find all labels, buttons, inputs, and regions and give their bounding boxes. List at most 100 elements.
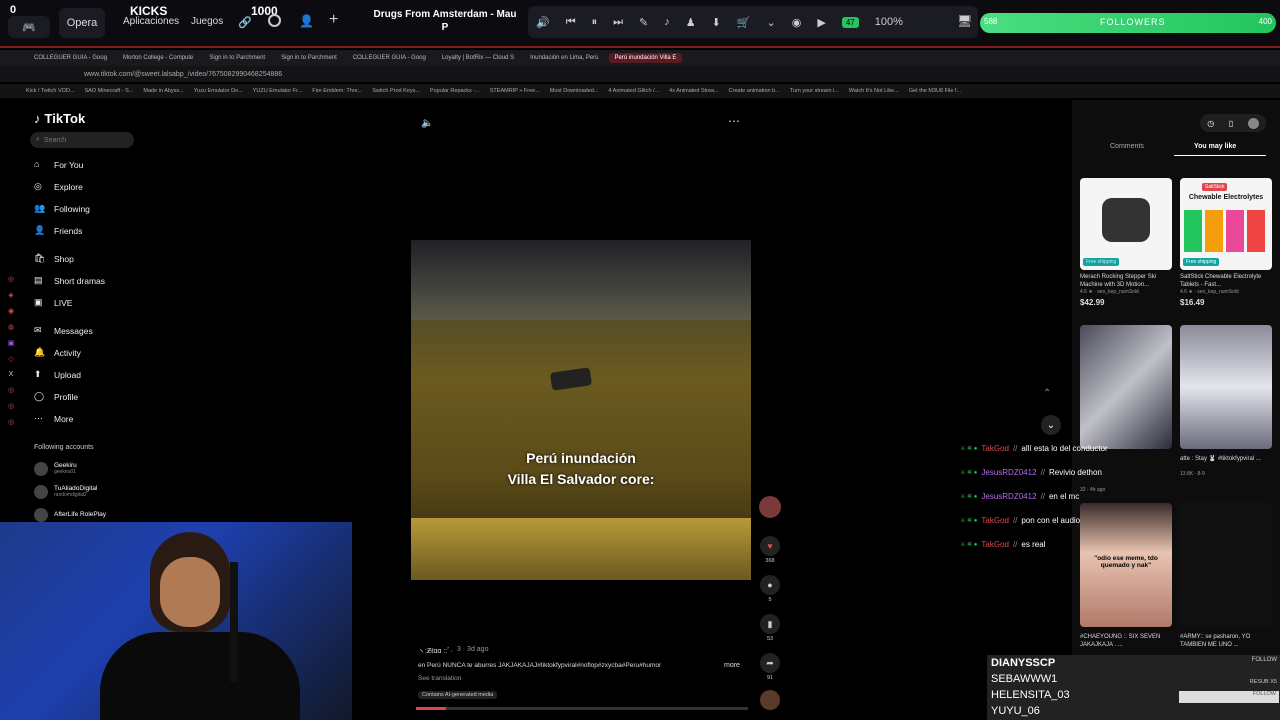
following-account[interactable]: Geekiru geekiru01 — [24, 457, 184, 480]
cart-icon[interactable]: 🛒 — [737, 16, 751, 29]
video-thumbnail: "odio ese meme, tdo quemado y nak" — [1080, 503, 1172, 627]
browser-tab[interactable]: Loyalty | BotRix — Cloud S — [436, 53, 520, 63]
following-account[interactable]: TuAliadoDigital randomdigital2 — [24, 480, 184, 503]
video-author[interactable]: ヽ:Ƶℓɑɑ ::ﾞ· — [418, 646, 453, 656]
address-bar[interactable]: www.tiktok.com/@sweet.lalsabp_/video/767… — [0, 66, 1280, 82]
video-card[interactable]: atte : Stay 🐰 #tiktokfypviral ... 13.8K … — [1180, 325, 1272, 477]
edit-icon[interactable]: ✎ — [639, 16, 648, 29]
video-player[interactable]: Perú inundación Villa El Salvador core: — [411, 240, 751, 580]
sidebar-icon[interactable]: ◇ — [8, 355, 13, 363]
product-card[interactable]: SaltStick Chewable Electrolytes Free shi… — [1180, 178, 1272, 307]
bookmark-item[interactable]: Yuzu Emulator Do... — [194, 88, 243, 94]
mute-icon[interactable]: 🔈 — [421, 118, 433, 129]
bookmark-item[interactable]: YUZU Emulator Fr... — [253, 88, 303, 94]
bookmark-item[interactable]: Fire Emblem: Thre... — [312, 88, 362, 94]
bookmark-item[interactable]: 4 Animated Glitch /... — [608, 88, 659, 94]
url-text[interactable]: www.tiktok.com/@sweet.lalsabp_/video/767… — [84, 71, 282, 78]
next-icon[interactable]: ⏭ — [613, 16, 623, 29]
nav-item-upload[interactable]: ⬆ Upload — [24, 364, 184, 386]
nav-item-activity[interactable]: 🔔 Activity — [24, 342, 184, 364]
chevron-down-icon[interactable]: ⌄ — [767, 16, 776, 29]
tiktok-icon[interactable]: ♪ — [664, 16, 670, 28]
nav-item-following[interactable]: 👥 Following — [24, 198, 184, 220]
bookmark-item[interactable]: Kick / Twitch VOD... — [26, 88, 75, 94]
browser-tab[interactable]: Morton College - Compute — [117, 53, 199, 63]
bookmark-item[interactable]: 4x Animated Strea... — [669, 88, 719, 94]
bookmark-item[interactable]: Switch Prod Keys... — [372, 88, 420, 94]
bookmark-item[interactable]: SAO Minecraft - S... — [85, 88, 134, 94]
browser-tab[interactable]: COLLEGUER GUIA - Goog — [347, 53, 432, 63]
volume-icon[interactable]: 🔊 — [536, 16, 550, 29]
plus-icon[interactable]: + — [329, 11, 338, 29]
bookmark-item[interactable]: Made in Abyss... — [143, 88, 183, 94]
monitor-icon[interactable]: 🖥 — [957, 14, 972, 28]
search-input[interactable]: ⌕ Search — [30, 132, 134, 148]
browser-tab[interactable]: Inundación en Lima, Perú — [524, 53, 604, 63]
video-progress-bar[interactable] — [416, 707, 748, 710]
user-icon[interactable]: 👤 — [299, 14, 314, 28]
clock-icon[interactable]: ◷ — [1207, 119, 1214, 128]
sidebar-icon[interactable]: ◉ — [8, 307, 14, 315]
nav-item-messages[interactable]: ✉ Messages — [24, 320, 184, 342]
save-button[interactable]: ▮ 53 — [758, 614, 782, 642]
video-card[interactable]: #ARMY:: se pasharon, YO TAMBIEN ME UNO .… — [1180, 503, 1272, 649]
browser-tab[interactable]: Perú inundación Villa E — [608, 53, 683, 63]
nav-item-for-you[interactable]: ⌂ For You — [24, 154, 184, 176]
bookmarks-bar: Kick / Twitch VOD... SAO Minecraft - S...… — [0, 84, 1280, 98]
sidebar-icon[interactable]: ◎ — [8, 418, 14, 426]
bookmark-item[interactable]: Turn your stream i... — [790, 88, 839, 94]
browser-tab[interactable]: Sign in to Parchment — [203, 53, 271, 63]
music-disc[interactable] — [758, 690, 782, 712]
opera-button[interactable]: Opera — [59, 8, 105, 38]
sidebar-icon[interactable]: ◎ — [8, 275, 14, 283]
like-button[interactable]: ♥ 368 — [758, 536, 782, 564]
sidebar-icon[interactable]: ◈ — [8, 291, 13, 299]
bookmark-item[interactable]: Get the M3U8 File f... — [909, 88, 961, 94]
bookmark-item[interactable]: Create animation b... — [729, 88, 780, 94]
profile-avatar[interactable] — [1247, 117, 1259, 129]
more-options-icon[interactable]: ⋯ — [728, 114, 740, 128]
sidebar-icon[interactable]: ◎ — [8, 386, 14, 394]
apps-button[interactable]: Aplicaciones — [123, 16, 179, 27]
games-button[interactable]: Juegos — [191, 16, 223, 27]
download-icon[interactable]: ⬇ — [712, 16, 721, 29]
nav-item-friends[interactable]: 👤 Friends — [24, 220, 184, 242]
browser-tab[interactable]: Sign in to Parchment — [275, 53, 343, 63]
bookmark-item[interactable]: STEAMRIP » Free... — [490, 88, 540, 94]
link-icon[interactable]: 🔗 — [238, 16, 252, 29]
browser-tab[interactable]: COLLEGUER GUIA - Goog — [28, 53, 113, 63]
video-card[interactable]: "odio ese meme, tdo quemado y nak" #CHAE… — [1080, 503, 1172, 649]
nav-item-profile[interactable]: ◯ Profile — [24, 386, 184, 408]
messenger-icon[interactable]: ◉ — [792, 16, 802, 29]
tab-you-may-like[interactable]: You may like — [1194, 143, 1236, 150]
chevron-down-icon[interactable]: ⌄ — [1041, 415, 1061, 435]
tiktok-logo[interactable]: ♪ TikTok — [24, 108, 184, 128]
bookmark-item[interactable]: Watch It's Not Like... — [849, 88, 899, 94]
refresh-icon[interactable] — [268, 14, 281, 27]
pause-icon[interactable]: ⏸ — [592, 16, 598, 29]
x-icon[interactable]: X — [9, 371, 14, 378]
chess-icon[interactable]: ♟ — [686, 16, 696, 29]
author-avatar[interactable] — [758, 496, 782, 520]
nav-item-explore[interactable]: ◎ Explore — [24, 176, 184, 198]
nav-item-more[interactable]: ⋯ More — [24, 408, 184, 430]
youtube-icon[interactable]: ▶ — [817, 16, 825, 29]
share-button[interactable]: ➦ 91 — [758, 653, 782, 681]
previous-icon[interactable]: ⏮ — [566, 16, 576, 29]
chevron-up-icon[interactable]: ⌃ — [1043, 388, 1051, 399]
bookmark-item[interactable]: Popular Repacks -... — [430, 88, 480, 94]
tab-comments[interactable]: Comments — [1110, 143, 1144, 150]
nav-item-live[interactable]: ▣ LIVE — [24, 292, 184, 314]
window-icon[interactable]: ▯ — [1229, 119, 1233, 128]
sidebar-icon[interactable]: ◎ — [8, 402, 14, 410]
sidebar-icon[interactable]: ◍ — [8, 323, 14, 331]
bookmark-item[interactable]: Most Downloaded... — [550, 88, 599, 94]
twitch-icon[interactable]: ▣ — [8, 339, 15, 347]
see-translation-link[interactable]: See translation — [418, 675, 461, 682]
gamepad-icon[interactable]: 🎮 — [8, 16, 50, 38]
nav-item-short-dramas[interactable]: ▤ Short dramas — [24, 270, 184, 292]
comment-button[interactable]: ● 5 — [758, 575, 782, 603]
product-card[interactable]: Free shipping Merach Rocking Stepper Ski… — [1080, 178, 1172, 307]
caption-more-link[interactable]: more — [724, 662, 740, 669]
nav-item-shop[interactable]: 🛍 Shop — [24, 248, 184, 270]
